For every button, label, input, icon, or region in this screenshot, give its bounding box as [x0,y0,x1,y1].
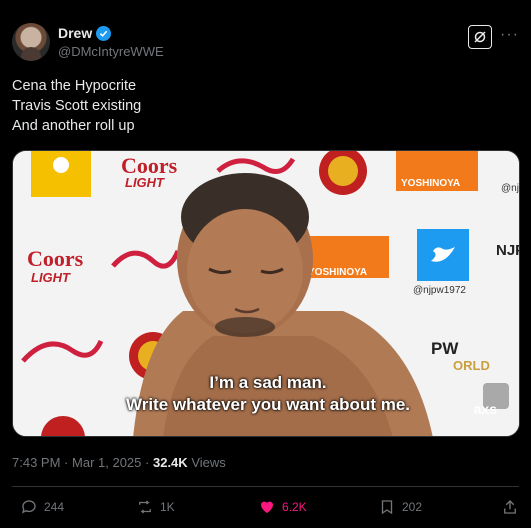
grok-icon[interactable] [468,25,492,49]
verified-badge-icon [96,25,112,41]
video-watermark: axs [473,401,497,417]
tweet-meta: 7:43 PM · Mar 1, 2025 · 32.4K Views [12,455,226,470]
backdrop-text: PW [431,339,459,358]
like-count: 6.2K [282,500,307,514]
more-options-icon[interactable]: ··· [500,27,519,43]
share-icon [504,500,516,514]
reply-button[interactable]: 244 [20,498,64,516]
author-display-name-row[interactable]: Drew [58,25,164,41]
backdrop-text: LIGHT [31,270,71,285]
backdrop-text: Coors [27,246,84,271]
author-avatar[interactable] [12,23,50,61]
action-bar: 244 1K 6.2K 202 [12,498,519,520]
repost-icon [139,500,151,514]
bookmark-button[interactable]: 202 [378,498,422,516]
bookmark-icon [381,500,393,515]
tweet-line: Travis Scott existing [12,98,142,114]
reply-icon [21,500,36,514]
backdrop-text: ORLD [453,358,490,373]
backdrop-text: LIGHT [125,175,165,190]
meta-separator: · [145,455,150,470]
views-label: Views [191,455,226,470]
bookmark-count: 202 [402,500,423,514]
repost-button[interactable]: 1K [136,498,175,516]
tweet-header: Drew @DMcIntyreWWE ··· [12,23,519,63]
heart-icon [261,501,273,513]
views-count: 32.4K [152,455,188,470]
backdrop-text: YOSHINOYA [401,178,460,189]
tweet-video[interactable]: Coors LIGHT YOSHINOYA @njp Coors LIGHT Y… [12,150,520,437]
backdrop-text: NJP [496,242,520,259]
backdrop-text: @njpw1972 [413,285,466,296]
share-button[interactable] [501,498,519,516]
divider [12,486,519,487]
backdrop-text: YOSHINOYA [308,267,367,278]
author-display-name[interactable]: Drew [58,25,92,41]
video-caption-line2: Write whatever you want about me. [125,395,411,414]
video-caption-line1: I’m a sad man. [209,373,327,392]
like-button[interactable]: 6.2K [258,498,307,516]
repost-count: 1K [160,500,175,514]
backdrop-text: @njp [501,183,520,194]
author-name-block: Drew @DMcIntyreWWE [58,25,164,59]
tweet-line: And another roll up [12,118,135,134]
tweet-text: Cena the Hypocrite Travis Scott existing… [12,76,141,136]
author-handle[interactable]: @DMcIntyreWWE [58,44,164,59]
tweet-date[interactable]: Mar 1, 2025 [72,455,141,470]
reply-count: 244 [44,500,65,514]
meta-separator: · [64,455,69,470]
tweet-line: Cena the Hypocrite [12,78,137,94]
tweet-time[interactable]: 7:43 PM [12,455,60,470]
